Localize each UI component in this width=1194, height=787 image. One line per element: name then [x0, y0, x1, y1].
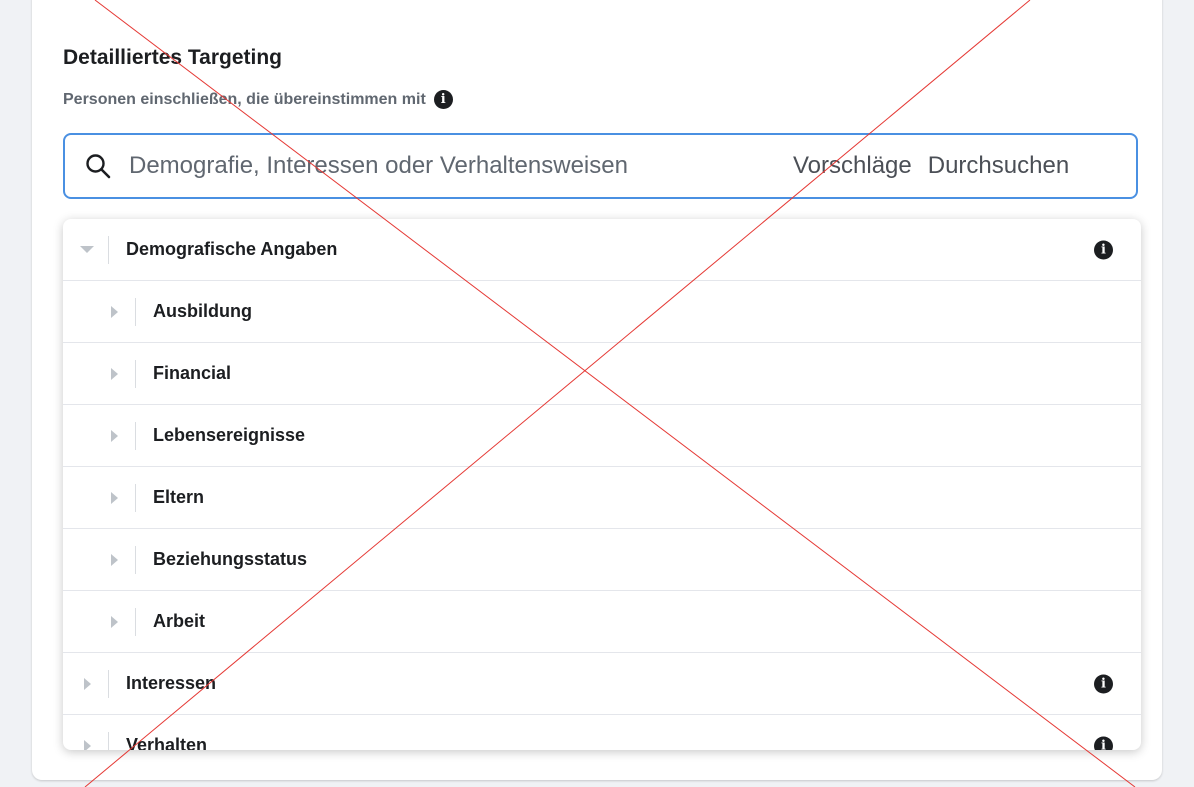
section-title: Detailliertes Targeting — [63, 46, 283, 69]
info-icon[interactable]: i — [433, 90, 453, 109]
row-divider — [108, 669, 109, 698]
search-input[interactable] — [127, 151, 771, 181]
row-divider — [135, 607, 136, 636]
caret-right-icon[interactable] — [80, 736, 94, 750]
subcategory-lebensereignisse[interactable]: Lebensereignisse — [63, 405, 1141, 467]
search-box[interactable]: Vorschläge Durchsuchen — [63, 133, 1138, 199]
caret-right-icon[interactable] — [107, 488, 121, 508]
subcategory-financial[interactable]: Financial — [63, 343, 1141, 405]
section-subtitle: Personen einschließen, die übereinstimme… — [63, 90, 453, 109]
caret-right-icon[interactable] — [107, 612, 121, 632]
info-icon[interactable]: i — [1094, 674, 1113, 693]
caret-right-icon[interactable] — [107, 302, 121, 322]
subtitle-text: Personen einschließen, die übereinstimme… — [63, 90, 426, 108]
subcategory-label: Ausbildung — [153, 301, 252, 321]
row-divider — [135, 297, 136, 326]
caret-right-icon[interactable] — [80, 674, 94, 694]
subcategory-label: Eltern — [153, 487, 205, 507]
row-divider — [135, 483, 136, 512]
targeting-dropdown: Demografische Angaben i Ausbildung Finan… — [63, 219, 1141, 750]
category-label: Verhalten — [126, 735, 208, 750]
category-interests[interactable]: Interessen i — [63, 653, 1141, 715]
subcategory-label: Beziehungsstatus — [153, 549, 308, 569]
caret-down-icon[interactable] — [80, 240, 94, 260]
subcategory-eltern[interactable]: Eltern — [63, 467, 1141, 529]
subcategory-label: Lebensereignisse — [153, 425, 306, 445]
row-divider — [135, 421, 136, 450]
subcategory-ausbildung[interactable]: Ausbildung — [63, 281, 1141, 343]
subcategory-arbeit[interactable]: Arbeit — [63, 591, 1141, 653]
info-icon[interactable]: i — [1094, 736, 1113, 750]
browse-link[interactable]: Durchsuchen — [928, 152, 1069, 180]
caret-right-icon[interactable] — [107, 550, 121, 570]
suggestions-link[interactable]: Vorschläge — [793, 152, 912, 180]
subcategory-label: Financial — [153, 363, 232, 383]
category-label: Interessen — [126, 673, 217, 693]
row-divider — [135, 359, 136, 388]
subcategory-label: Arbeit — [153, 611, 206, 631]
row-divider — [108, 235, 109, 264]
subcategory-beziehungsstatus[interactable]: Beziehungsstatus — [63, 529, 1141, 591]
caret-right-icon[interactable] — [107, 426, 121, 446]
caret-right-icon[interactable] — [107, 364, 121, 384]
row-divider — [108, 731, 109, 750]
row-divider — [135, 545, 136, 574]
search-icon — [86, 154, 111, 179]
info-icon[interactable]: i — [1094, 240, 1113, 259]
category-behaviors[interactable]: Verhalten i — [63, 715, 1141, 750]
category-demographics[interactable]: Demografische Angaben i — [63, 219, 1141, 281]
category-label: Demografische Angaben — [126, 239, 338, 259]
